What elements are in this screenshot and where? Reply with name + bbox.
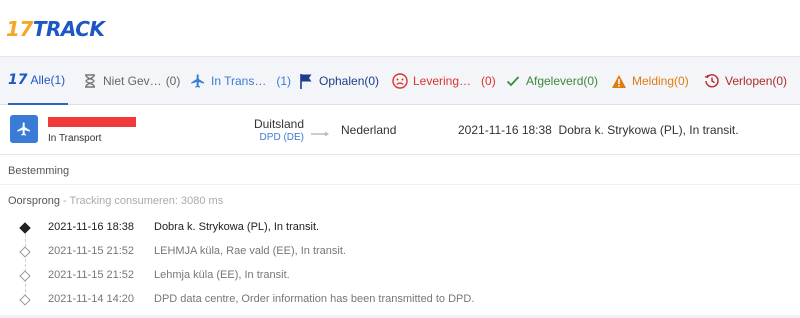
tab-count: (1) [276, 74, 292, 88]
event-desc: DPD data centre, Order information has b… [154, 293, 475, 305]
last-event-desc: Dobra k. Strykowa (PL), In transit. [558, 123, 739, 137]
diamond-icon [19, 294, 31, 306]
tab-in-transit[interactable]: In Trans… (1) [190, 57, 291, 105]
tab-alert[interactable]: Melding (0) [611, 57, 689, 105]
divider [0, 184, 800, 185]
timeline-event: 2021-11-15 21:52 LEHMJA küla, Rae vald (… [0, 242, 800, 262]
tab-label: Afgeleverd [526, 74, 584, 88]
tab-pickup[interactable]: Ophalen (0) [298, 57, 379, 105]
tab-count: (0) [165, 74, 181, 88]
origin-label: Oorsprong [8, 195, 60, 207]
tab-label: Niet Gev… [103, 74, 162, 88]
origin-section-heading: Oorsprong - Tracking consumeren: 3080 ms [8, 195, 223, 207]
tab-expired[interactable]: Verlopen (0) [704, 57, 787, 105]
event-time: 2021-11-15 21:52 [48, 245, 135, 257]
destination-country: Nederland [341, 123, 397, 137]
tracking-time-note: - Tracking consumeren: 3080 ms [59, 195, 224, 207]
hourglass-icon [82, 73, 98, 89]
tab-count: (0) [674, 74, 689, 88]
timeline-line [25, 229, 26, 297]
app-header: 17TRACK [0, 0, 800, 57]
timeline-event: 2021-11-14 14:20 DPD data centre, Order … [0, 290, 800, 310]
tab-label: Verlopen [725, 74, 773, 88]
brand-logo[interactable]: 17TRACK [6, 18, 105, 40]
tab-delivery-failed[interactable]: Levering… (0) [392, 57, 496, 105]
sad-face-icon [392, 73, 408, 89]
17-logo-icon: 17 [8, 72, 28, 88]
tab-count: (0) [583, 74, 599, 88]
destination-label: Bestemming [8, 165, 70, 177]
tab-label: Melding [632, 74, 675, 88]
tab-not-found[interactable]: Niet Gev… (0) [82, 57, 180, 105]
airplane-icon [190, 73, 206, 89]
event-time: 2021-11-15 21:52 [48, 269, 135, 281]
event-time: 2021-11-16 18:38 [48, 221, 135, 233]
redacted-tracking-number [48, 117, 136, 127]
event-time: 2021-11-14 14:20 [48, 293, 135, 305]
checkmark-icon [505, 73, 521, 89]
last-event-time: 2021-11-16 18:38 [458, 123, 552, 137]
route-arrow-icon [311, 126, 331, 137]
expired-clock-icon [704, 73, 720, 89]
carrier-link[interactable]: DPD (DE) [220, 132, 304, 143]
event-desc: Dobra k. Strykowa (PL), In transit. [154, 221, 320, 233]
diamond-icon [19, 222, 31, 234]
shipment-status: In Transport [48, 133, 102, 144]
tab-count: (0) [364, 74, 380, 88]
diamond-icon [19, 270, 31, 282]
tab-label: Alle [30, 73, 51, 87]
tab-delivered[interactable]: Afgeleverd (0) [505, 57, 598, 105]
flag-icon [298, 73, 314, 89]
tab-count: (0) [772, 74, 788, 88]
tab-count: (1) [50, 73, 66, 87]
airplane-icon [10, 115, 38, 143]
tab-label: Levering… [413, 74, 472, 88]
timeline-event: 2021-11-15 21:52 Lehmja küla (EE), In tr… [0, 266, 800, 286]
tab-label: In Trans… [211, 74, 267, 88]
event-desc: Lehmja küla (EE), In transit. [154, 269, 290, 281]
origin-country: Duitsland [253, 117, 304, 131]
status-tabs: 17 Alle (1) Niet Gev… (0) In Trans… (1) Oph… [0, 57, 800, 105]
last-event: 2021-11-16 18:38 Dobra k. Strykowa (PL),… [458, 123, 739, 137]
tab-label: Ophalen [319, 74, 365, 88]
diamond-icon [19, 246, 31, 258]
warning-icon [611, 73, 627, 89]
tab-all[interactable]: 17 Alle (1) [8, 57, 68, 105]
timeline-event: 2021-11-16 18:38 Dobra k. Strykowa (PL),… [0, 218, 800, 238]
event-desc: LEHMJA küla, Rae vald (EE), In transit. [154, 245, 346, 257]
tab-count: (0) [481, 74, 496, 88]
